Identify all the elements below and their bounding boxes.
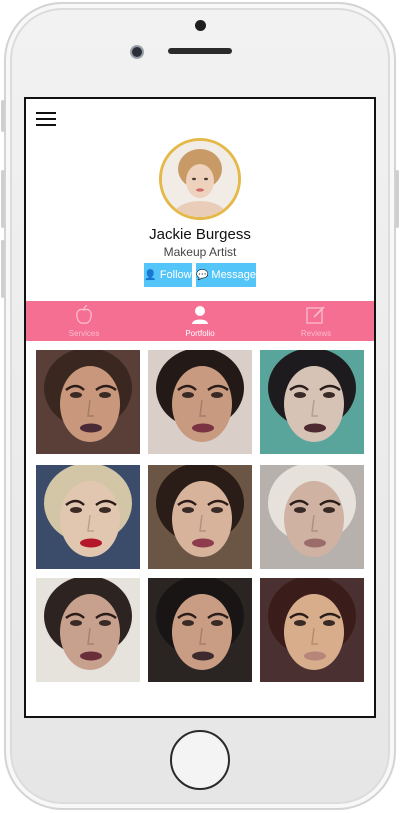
portfolio-photo-image xyxy=(36,578,140,682)
power-button xyxy=(395,170,399,228)
portfolio-photo-image xyxy=(36,465,140,569)
portfolio-photo[interactable] xyxy=(148,465,252,569)
portfolio-photo-image xyxy=(148,578,252,682)
portfolio-photo-image xyxy=(148,350,252,454)
avatar xyxy=(159,138,241,220)
app-screen: Jackie Burgess Makeup Artist 👤 Follow 💬 … xyxy=(24,97,376,718)
tab-services-label: Services xyxy=(68,329,100,338)
portfolio-photo[interactable] xyxy=(36,350,140,454)
portfolio-photo[interactable] xyxy=(148,578,252,682)
tab-reviews-label: Reviews xyxy=(300,329,332,338)
earpiece-speaker xyxy=(168,48,232,54)
portfolio-photo-image xyxy=(260,465,364,569)
portfolio-photo-image xyxy=(260,578,364,682)
chat-icon: 💬 xyxy=(195,269,209,281)
edit-icon xyxy=(306,306,325,324)
portfolio-photo[interactable] xyxy=(36,465,140,569)
tab-reviews[interactable]: Reviews xyxy=(258,301,374,341)
person-icon xyxy=(192,306,208,324)
avatar-portrait xyxy=(162,141,238,217)
add-user-icon: 👤 xyxy=(144,269,157,281)
profile-tab-bar: Services Portfolio Reviews xyxy=(26,301,374,341)
home-button[interactable] xyxy=(170,730,230,790)
portfolio-photo-image xyxy=(148,465,252,569)
mute-switch xyxy=(1,100,5,132)
apple-icon xyxy=(76,305,92,324)
front-camera xyxy=(130,45,144,59)
portfolio-photo[interactable] xyxy=(36,578,140,682)
message-button-label: Message xyxy=(211,269,257,281)
portfolio-photo-image xyxy=(36,350,140,454)
portfolio-photo[interactable] xyxy=(260,350,364,454)
volume-down-button xyxy=(1,240,5,298)
portfolio-photo[interactable] xyxy=(260,465,364,569)
message-button[interactable]: 💬 Message xyxy=(196,263,256,287)
tab-services[interactable]: Services xyxy=(26,301,142,341)
tab-portfolio-label: Portfolio xyxy=(185,329,215,338)
hamburger-menu-icon[interactable] xyxy=(36,112,56,128)
volume-up-button xyxy=(1,170,5,228)
tab-portfolio[interactable]: Portfolio xyxy=(142,301,258,341)
proximity-sensor xyxy=(195,20,206,31)
portfolio-photo-image xyxy=(260,350,364,454)
portfolio-photo[interactable] xyxy=(148,350,252,454)
follow-button-label: Follow xyxy=(159,269,192,281)
portfolio-photo[interactable] xyxy=(260,578,364,682)
profile-name: Jackie Burgess xyxy=(149,226,251,243)
follow-button[interactable]: 👤 Follow xyxy=(144,263,192,287)
profile-title: Makeup Artist xyxy=(163,245,237,259)
